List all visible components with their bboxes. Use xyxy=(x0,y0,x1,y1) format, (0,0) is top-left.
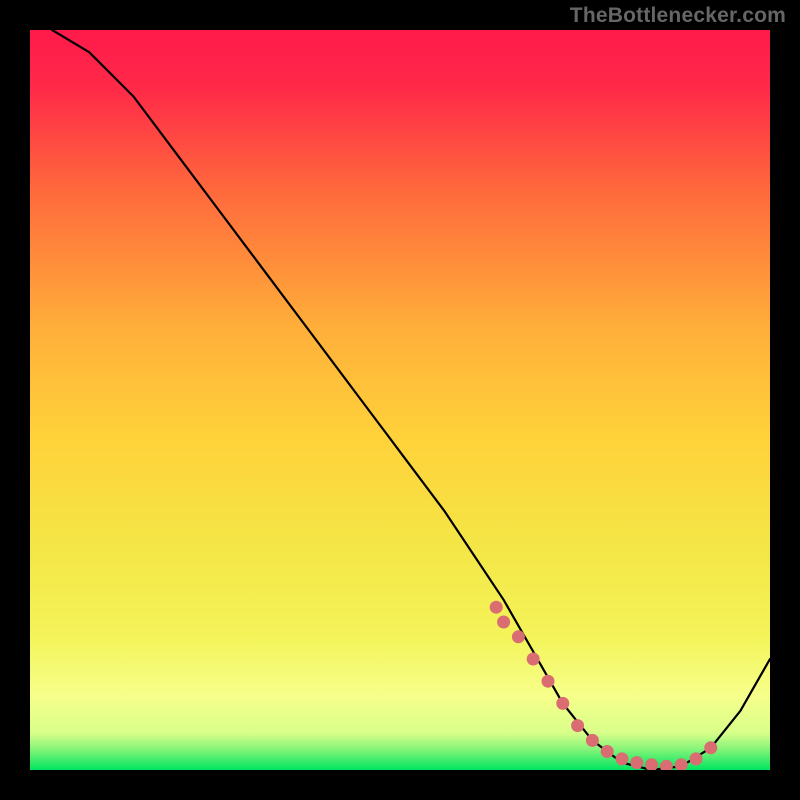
gradient-background xyxy=(30,30,770,770)
chart-svg xyxy=(30,30,770,770)
chart-frame: TheBottlenecker.com xyxy=(0,0,800,800)
chart-plot-area xyxy=(30,30,770,770)
watermark-label: TheBottlenecker.com xyxy=(570,4,786,28)
